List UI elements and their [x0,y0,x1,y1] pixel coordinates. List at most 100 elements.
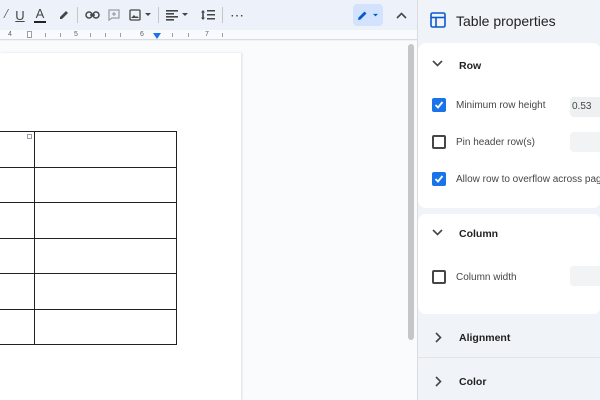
table-row[interactable] [0,166,177,203]
table-row[interactable] [0,131,177,168]
cell-resize-handle[interactable] [27,134,32,139]
allow-overflow-label: Allow row to overflow across pag [456,174,600,185]
panel-header: Table properties [418,0,600,42]
chevron-down-icon [432,60,443,67]
italic-icon: / [4,7,8,22]
row-section: Row Minimum row height 0.53 Pin header r… [418,43,600,208]
min-row-height-label: Minimum row height [456,100,546,111]
toolbar-divider [222,7,223,23]
ruler-indent-marker[interactable] [153,33,161,39]
toolbar-divider [77,7,78,23]
column-section: Column Column width [418,214,600,314]
more-options-button[interactable]: ⋯ [228,4,246,26]
chevron-down-icon [144,13,151,16]
ruler-tick [45,33,46,37]
table-row[interactable] [0,308,177,345]
ruler-tick [120,33,121,37]
ruler-tick [60,33,61,37]
insert-link-button[interactable] [84,4,100,26]
table-cell[interactable] [0,308,35,345]
color-section-label: Color [459,376,487,388]
panel-title: Table properties [456,13,556,29]
ruler-tick [222,33,223,37]
chevron-right-icon [435,332,442,343]
text-color-swatch [34,21,46,23]
pencil-icon [358,11,367,20]
min-row-height-input[interactable]: 0.53 [570,97,600,117]
chevron-down-icon [373,13,378,16]
chevron-down-icon [432,229,443,236]
column-width-label: Column width [456,272,517,283]
column-section-toggle[interactable]: Column [418,214,600,244]
chevron-up-icon [395,11,407,19]
pin-header-label: Pin header row(s) [456,137,535,148]
image-icon [128,9,141,21]
color-section-toggle[interactable]: Color [418,366,600,396]
table-row[interactable] [0,237,177,274]
text-color-icon: A [35,6,45,21]
horizontal-ruler[interactable]: 4 5 6 7 [0,30,417,40]
ruler-label: 5 [74,31,78,38]
alignment-section-toggle[interactable]: Alignment [418,322,600,352]
comment-icon [108,9,120,21]
line-spacing-button[interactable] [199,4,217,26]
table-cell[interactable] [0,131,35,168]
row-section-label: Row [459,60,482,72]
ruler-label: 6 [140,31,144,38]
chevron-right-icon [435,376,442,387]
highlight-icon [60,11,68,19]
ruler-tick [172,33,173,37]
line-spacing-icon [201,10,215,20]
collapse-toolbar-button[interactable] [392,4,410,26]
pin-header-select[interactable] [570,132,600,152]
table-cell[interactable] [0,237,35,274]
ruler-margin-handle[interactable] [27,31,32,38]
table-cell[interactable] [34,166,177,203]
allow-overflow-checkbox[interactable] [432,172,446,186]
highlight-button[interactable] [56,4,72,26]
table-cell[interactable] [0,202,35,239]
ruler-label: 4 [8,31,12,38]
row-section-toggle[interactable]: Row [418,43,600,73]
table-icon [430,12,446,28]
document-scrollbar-thumb[interactable] [408,44,414,340]
section-divider [418,357,600,358]
table-cell[interactable] [34,308,177,345]
column-section-label: Column [459,228,499,240]
italic-button[interactable]: / [0,4,12,26]
table-cell[interactable] [34,131,177,168]
underline-icon: U [15,7,25,23]
check-icon [434,101,444,109]
ruler-tick [188,33,189,37]
document-page[interactable] [0,53,241,400]
ruler-tick [90,33,91,37]
table-cell[interactable] [34,273,177,310]
table-properties-panel: Table properties Row Minimum row height … [417,0,600,400]
min-row-height-checkbox[interactable] [432,98,446,112]
ruler-label: 7 [205,31,209,38]
document-canvas[interactable] [0,41,405,400]
editing-mode-button[interactable] [353,4,383,26]
align-button[interactable] [165,4,189,26]
ruler-tick [105,33,106,37]
table-cell[interactable] [34,202,177,239]
underline-button[interactable]: U [12,4,28,26]
align-icon [165,9,178,21]
table-cell[interactable] [34,237,177,274]
table-row[interactable] [0,273,177,310]
check-icon [434,175,444,183]
insert-image-button[interactable] [126,4,154,26]
more-icon: ⋯ [230,6,244,23]
pin-header-checkbox[interactable] [432,135,446,149]
table-cell[interactable] [0,273,35,310]
table-cell[interactable] [0,166,35,203]
toolbar-divider [158,7,159,23]
column-width-input[interactable] [570,266,600,286]
column-width-checkbox[interactable] [432,270,446,284]
text-color-button[interactable]: A [32,4,48,26]
document-table[interactable] [0,131,177,345]
table-row[interactable] [0,202,177,239]
link-icon [84,11,100,19]
insert-comment-button[interactable] [106,4,122,26]
formatting-toolbar: / U A ⋯ [0,0,417,30]
